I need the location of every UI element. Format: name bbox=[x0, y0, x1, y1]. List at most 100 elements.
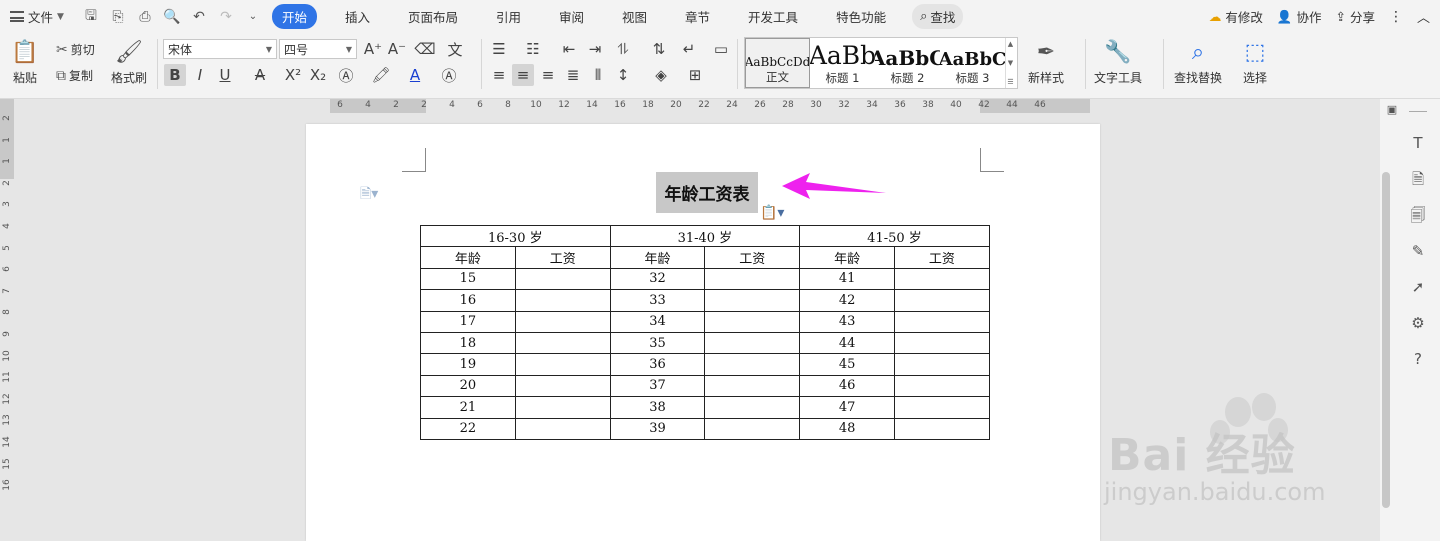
settings-sliders-icon[interactable]: ⚙ bbox=[1409, 314, 1427, 332]
bold-icon[interactable]: B bbox=[164, 64, 186, 86]
table-cell[interactable] bbox=[704, 396, 801, 419]
more-options-icon[interactable]: ⋮ bbox=[1389, 9, 1403, 25]
print-preview-icon[interactable]: 🔍 bbox=[163, 9, 181, 25]
table-cell[interactable]: 46 bbox=[799, 374, 895, 398]
style-item-3[interactable]: AaBbC 标题 3 bbox=[940, 38, 1005, 88]
subheader-cell[interactable]: 年龄 bbox=[799, 246, 895, 269]
select-button[interactable]: ⬚ 选择 bbox=[1242, 39, 1268, 86]
decrease-indent-icon[interactable]: ⇤ bbox=[558, 38, 580, 60]
style-item-1[interactable]: AaBb 标题 1 bbox=[810, 38, 875, 88]
table-cell[interactable]: 45 bbox=[799, 353, 895, 376]
undo-icon[interactable]: ↶ bbox=[190, 9, 208, 25]
chevron-down-icon[interactable]: ▼ bbox=[1008, 59, 1013, 67]
table-cell[interactable]: 41 bbox=[799, 267, 895, 291]
table-cell[interactable] bbox=[514, 417, 611, 440]
tab-4[interactable]: 审阅 bbox=[547, 4, 596, 29]
table-cell[interactable] bbox=[514, 289, 611, 312]
char-border-icon[interactable]: Ⓐ bbox=[438, 64, 460, 86]
table-cell[interactable] bbox=[893, 289, 990, 312]
table-cell[interactable]: 39 bbox=[609, 417, 706, 440]
table-cell[interactable] bbox=[704, 331, 801, 355]
subheader-cell[interactable]: 年龄 bbox=[420, 246, 516, 269]
table-cell[interactable]: 47 bbox=[799, 396, 895, 419]
save-icon[interactable]: 🖫 bbox=[82, 5, 100, 29]
table-cell[interactable] bbox=[514, 310, 611, 333]
table-cell[interactable] bbox=[704, 289, 801, 312]
text-effect-icon[interactable]: Ⓐ bbox=[335, 64, 357, 86]
customize-chevron-icon[interactable]: ⌄ bbox=[244, 11, 262, 22]
paste-button[interactable]: 📋 粘贴 bbox=[11, 39, 38, 86]
text-format-icon[interactable]: T bbox=[1409, 134, 1427, 152]
table-cell[interactable]: 19 bbox=[420, 353, 516, 376]
font-size-select[interactable]: 四号 ▼ bbox=[279, 39, 357, 59]
table-cell[interactable]: 34 bbox=[609, 310, 706, 333]
help-icon[interactable]: ? bbox=[1409, 350, 1427, 368]
ruler-toggle-icon[interactable]: ▭ bbox=[710, 38, 732, 60]
increase-font-size-icon[interactable]: A⁺ bbox=[362, 38, 384, 60]
align-center-icon[interactable]: ≡ bbox=[512, 64, 534, 86]
subheader-cell[interactable]: 工资 bbox=[514, 246, 611, 269]
select-cursor-icon[interactable]: ➚ bbox=[1409, 278, 1427, 296]
vertical-scrollbar[interactable] bbox=[1382, 172, 1390, 508]
text-tools-button[interactable]: 🔧 文字工具 bbox=[1094, 39, 1142, 86]
table-cell[interactable] bbox=[704, 374, 801, 398]
table-cell[interactable]: 44 bbox=[799, 331, 895, 355]
table-cell[interactable] bbox=[893, 396, 990, 419]
vertical-ruler[interactable]: 2 1 1 2 3 4 5 6 7 8 9 10 11 12 13 14 15 16 bbox=[0, 99, 16, 541]
increase-indent-icon[interactable]: ⇥ bbox=[584, 38, 606, 60]
table-cell[interactable]: 15 bbox=[420, 267, 516, 291]
table-cell[interactable] bbox=[704, 353, 801, 376]
table-cell[interactable] bbox=[514, 374, 611, 398]
export-pdf-icon[interactable]: ⎘ bbox=[109, 9, 127, 25]
style-item-0[interactable]: AaBbCcDd 正文 bbox=[745, 38, 810, 88]
tab-8[interactable]: 特色功能 bbox=[824, 4, 898, 29]
table-cell[interactable] bbox=[704, 267, 801, 291]
font-family-select[interactable]: 宋体 ▼ bbox=[163, 39, 277, 59]
table-cell[interactable]: 35 bbox=[609, 331, 706, 355]
table-cell[interactable]: 21 bbox=[420, 396, 516, 419]
tab-3[interactable]: 引用 bbox=[484, 4, 533, 29]
table-cell[interactable] bbox=[514, 331, 611, 355]
cut-button[interactable]: ✂ 剪切 bbox=[56, 41, 95, 58]
strikethrough-icon[interactable]: A bbox=[249, 64, 271, 86]
sidebar-toggle-icon[interactable]: ▣ bbox=[1383, 101, 1401, 119]
table-cell[interactable] bbox=[514, 353, 611, 376]
edit-pen-icon[interactable]: ✎ bbox=[1409, 242, 1427, 260]
copy-button[interactable]: ⧉ 复制 bbox=[56, 67, 93, 84]
expand-icon[interactable]: ☰ bbox=[1007, 78, 1013, 86]
pinyin-guide-icon[interactable]: 文 bbox=[444, 38, 466, 60]
collapse-ribbon-icon[interactable]: ︿ bbox=[1417, 7, 1430, 26]
table-cell[interactable]: 16 bbox=[420, 289, 516, 312]
format-painter-button[interactable]: 🖌 格式刷 bbox=[111, 39, 147, 86]
numbered-list-icon[interactable]: ☷ bbox=[522, 38, 544, 60]
subheader-cell[interactable]: 年龄 bbox=[609, 246, 706, 269]
changes-button[interactable]: ☁ 有修改 bbox=[1209, 7, 1263, 26]
bullet-list-icon[interactable]: ☰ bbox=[488, 38, 510, 60]
subscript-icon[interactable]: X₂ bbox=[307, 64, 329, 86]
table-cell[interactable] bbox=[893, 353, 990, 376]
justify-icon[interactable]: ≣ bbox=[562, 64, 584, 86]
font-color-icon[interactable]: A bbox=[404, 64, 426, 86]
highlight-icon[interactable]: 🖍 bbox=[370, 64, 392, 86]
decrease-font-size-icon[interactable]: A⁻ bbox=[386, 38, 408, 60]
table-cell[interactable]: 36 bbox=[609, 353, 706, 376]
underline-icon[interactable]: U bbox=[214, 64, 236, 86]
sort-icon[interactable]: ⇅ bbox=[648, 38, 670, 60]
shading-icon[interactable]: ◈ bbox=[650, 64, 672, 86]
group-header-cell[interactable]: 31-40 岁 bbox=[609, 224, 801, 248]
borders-icon[interactable]: ⊞ bbox=[684, 64, 706, 86]
redo-icon[interactable]: ↷ bbox=[217, 9, 235, 25]
clear-format-icon[interactable]: ⌫ bbox=[414, 38, 436, 60]
table-cell[interactable] bbox=[514, 396, 611, 419]
line-spacing-icon[interactable]: ↕ bbox=[612, 64, 634, 86]
table-cell[interactable] bbox=[704, 417, 801, 440]
table-cell[interactable]: 20 bbox=[420, 374, 516, 398]
collaborate-button[interactable]: 👤 协作 bbox=[1277, 7, 1322, 26]
horizontal-ruler[interactable]: 6 4 2 2 4 6 8 10 12 14 16 18 20 22 24 26 28 30 32 34 36 38 40 4… bbox=[330, 99, 1090, 115]
show-marks-icon[interactable]: ↵ bbox=[678, 38, 700, 60]
table-cell[interactable]: 22 bbox=[420, 417, 516, 440]
tab-6[interactable]: 章节 bbox=[673, 4, 722, 29]
table-cell[interactable] bbox=[893, 331, 990, 355]
align-right-icon[interactable]: ≡ bbox=[537, 64, 559, 86]
paste-options-icon[interactable]: 📋▾ bbox=[760, 205, 784, 221]
